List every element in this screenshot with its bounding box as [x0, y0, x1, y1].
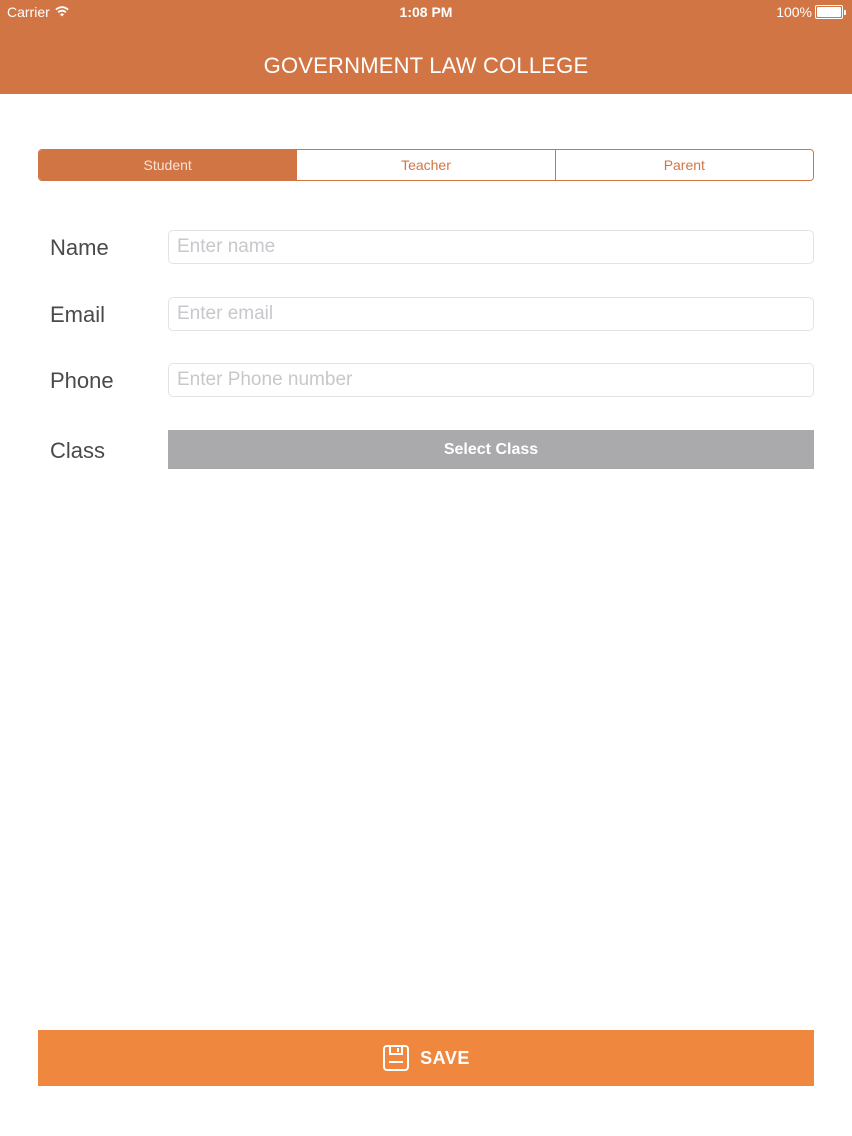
select-class-button[interactable]: Select Class	[168, 430, 814, 469]
save-button[interactable]: SAVE	[38, 1030, 814, 1086]
battery-indicator: 100%	[776, 4, 846, 20]
status-bar: Carrier 1:08 PM 100%	[0, 0, 852, 24]
battery-icon	[815, 5, 843, 19]
segment-teacher[interactable]: Teacher	[296, 150, 555, 180]
role-segmented-control: Student Teacher Parent	[38, 149, 814, 181]
battery-tip	[844, 9, 846, 15]
select-class-label: Select Class	[443, 440, 539, 458]
segment-parent[interactable]: Parent	[554, 150, 813, 180]
page-title: GOVERNMENT LAW COLLEGE	[263, 53, 589, 78]
app-header: Carrier 1:08 PM 100% GOVERNMENT LAW COLL…	[0, 0, 852, 94]
battery-percentage: 100%	[776, 4, 812, 20]
phone-label: Phone	[50, 368, 114, 393]
registration-screen: Carrier 1:08 PM 100% GOVERNMENT LAW COLL…	[0, 0, 852, 1136]
floppy-disk-icon	[382, 1044, 410, 1072]
email-label: Email	[50, 302, 106, 327]
class-label: Class	[50, 438, 106, 463]
phone-field[interactable]	[168, 363, 814, 397]
name-label: Name	[50, 235, 109, 260]
status-time: 1:08 PM	[399, 4, 453, 20]
email-field[interactable]	[168, 297, 814, 331]
segment-student[interactable]: Student	[39, 150, 297, 180]
name-field[interactable]	[168, 230, 814, 264]
save-label: SAVE	[420, 1047, 470, 1068]
